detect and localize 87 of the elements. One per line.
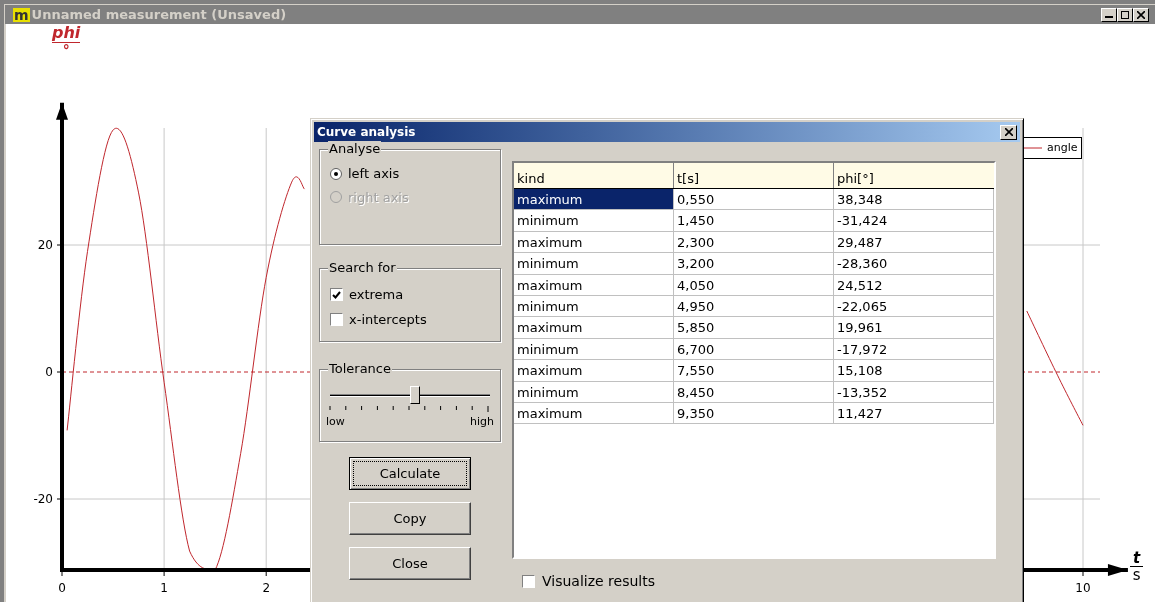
table-cell: 6,700 bbox=[674, 338, 834, 360]
legend-line-icon bbox=[1022, 146, 1042, 150]
table-cell: -31,424 bbox=[834, 210, 994, 231]
table-cell: -22,065 bbox=[834, 295, 994, 317]
y-tick-label: 0 bbox=[45, 365, 53, 379]
table-cell: minimum bbox=[514, 210, 674, 231]
table-cell: 9,350 bbox=[674, 402, 834, 424]
table-cell: maximum bbox=[514, 402, 674, 424]
table-cell: 2,300 bbox=[674, 231, 834, 253]
table-cell: maximum bbox=[514, 231, 674, 253]
dialog-button[interactable]: Calculate bbox=[349, 457, 471, 490]
table-cell: 11,427 bbox=[834, 402, 994, 424]
table-row[interactable]: maximum 5,850 19,961 bbox=[514, 317, 994, 339]
tolerance-slider[interactable] bbox=[330, 386, 490, 406]
close-button[interactable] bbox=[1000, 124, 1017, 140]
close-icon bbox=[1004, 128, 1013, 136]
x-tick-label: 2 bbox=[262, 581, 270, 595]
table-cell: 1,450 bbox=[674, 210, 834, 231]
slider-max-label: high bbox=[470, 414, 494, 430]
checkbox-label: extrema bbox=[349, 286, 404, 304]
y-tick-label: 20 bbox=[37, 238, 53, 252]
checkbox[interactable] bbox=[330, 312, 343, 326]
maximize-icon bbox=[1121, 10, 1129, 19]
table-cell: 15,108 bbox=[834, 360, 994, 381]
window-title: Unnamed measurement (Unsaved) bbox=[31, 5, 287, 24]
table-cell: 4,050 bbox=[674, 274, 834, 295]
checkbox-label: x-intercepts bbox=[349, 310, 427, 329]
dialog-title: Curve analysis bbox=[317, 124, 416, 141]
table-cell: maximum bbox=[514, 274, 674, 295]
table-cell: -17,972 bbox=[834, 338, 994, 360]
table-cell: maximum bbox=[514, 360, 674, 381]
checkbox[interactable] bbox=[522, 575, 535, 588]
table-row[interactable]: minimum 4,950 -22,065 bbox=[514, 295, 994, 318]
dialog-button[interactable]: Close bbox=[349, 547, 471, 580]
slider-thumb[interactable] bbox=[409, 386, 420, 404]
minimize-icon bbox=[1105, 16, 1113, 18]
table-row[interactable]: maximum 0,550 38,348 bbox=[514, 189, 994, 211]
table-row[interactable]: minimum 1,450 -31,424 bbox=[514, 210, 994, 232]
table-row[interactable]: maximum 2,300 29,487 bbox=[514, 231, 994, 254]
x-tick-label: 1 bbox=[160, 581, 168, 595]
table-cell: 7,550 bbox=[674, 360, 834, 381]
table-row[interactable]: maximum 9,350 11,427 bbox=[514, 402, 994, 425]
x-axis-unit: s bbox=[1132, 567, 1141, 584]
legend-label: angle bbox=[1047, 139, 1078, 156]
maximize-button[interactable] bbox=[1117, 7, 1133, 22]
y-tick-label: -20 bbox=[33, 492, 53, 506]
minimize-button[interactable] bbox=[1101, 7, 1117, 22]
table-row[interactable]: maximum 7,550 15,108 bbox=[514, 360, 994, 382]
radio-button[interactable] bbox=[330, 167, 342, 180]
column-header[interactable]: kind bbox=[514, 163, 674, 188]
app-logo: m bbox=[13, 7, 30, 22]
table-cell: 24,512 bbox=[834, 274, 994, 295]
table-row[interactable]: maximum 4,050 24,512 bbox=[514, 274, 994, 296]
x-axis-label: t bbox=[1130, 550, 1144, 567]
group-title: Analyse bbox=[328, 141, 382, 157]
table-cell: 5,850 bbox=[674, 317, 834, 338]
table-cell: 4,950 bbox=[674, 295, 834, 317]
table-cell: 19,961 bbox=[834, 317, 994, 338]
column-header[interactable]: t[s] bbox=[674, 163, 834, 188]
table-cell: -13,352 bbox=[834, 381, 994, 402]
table-row[interactable]: minimum 3,200 -28,360 bbox=[514, 253, 994, 275]
table-cell: 0,550 bbox=[674, 189, 834, 210]
table-cell: 8,450 bbox=[674, 381, 834, 402]
table-cell: minimum bbox=[514, 381, 674, 402]
close-icon bbox=[1137, 10, 1145, 19]
table-cell: maximum bbox=[514, 317, 674, 338]
x-tick-label: 0 bbox=[58, 581, 66, 595]
y-axis-unit: ° bbox=[62, 43, 70, 57]
x-tick-label: 10 bbox=[1075, 581, 1091, 595]
table-row[interactable]: minimum 8,450 -13,352 bbox=[514, 381, 994, 403]
checkbox-label: Visualize results bbox=[542, 572, 655, 591]
table-cell: minimum bbox=[514, 295, 674, 317]
close-button[interactable] bbox=[1133, 7, 1149, 22]
table-cell: maximum bbox=[514, 189, 674, 210]
table-cell: minimum bbox=[514, 338, 674, 360]
y-axis-label: phi bbox=[52, 24, 81, 43]
dialog-button[interactable]: Copy bbox=[349, 502, 471, 535]
column-header[interactable]: phi[°] bbox=[834, 163, 994, 188]
table-cell: 29,487 bbox=[834, 231, 994, 253]
radio-label: left axis bbox=[348, 165, 400, 183]
table-cell: 38,348 bbox=[834, 189, 994, 210]
table-row[interactable]: minimum 6,700 -17,972 bbox=[514, 338, 994, 361]
slider-min-label: low bbox=[326, 414, 345, 430]
table-cell: -28,360 bbox=[834, 253, 994, 274]
checkbox[interactable] bbox=[330, 288, 343, 302]
table-cell: 3,200 bbox=[674, 253, 834, 274]
table-cell: minimum bbox=[514, 253, 674, 274]
